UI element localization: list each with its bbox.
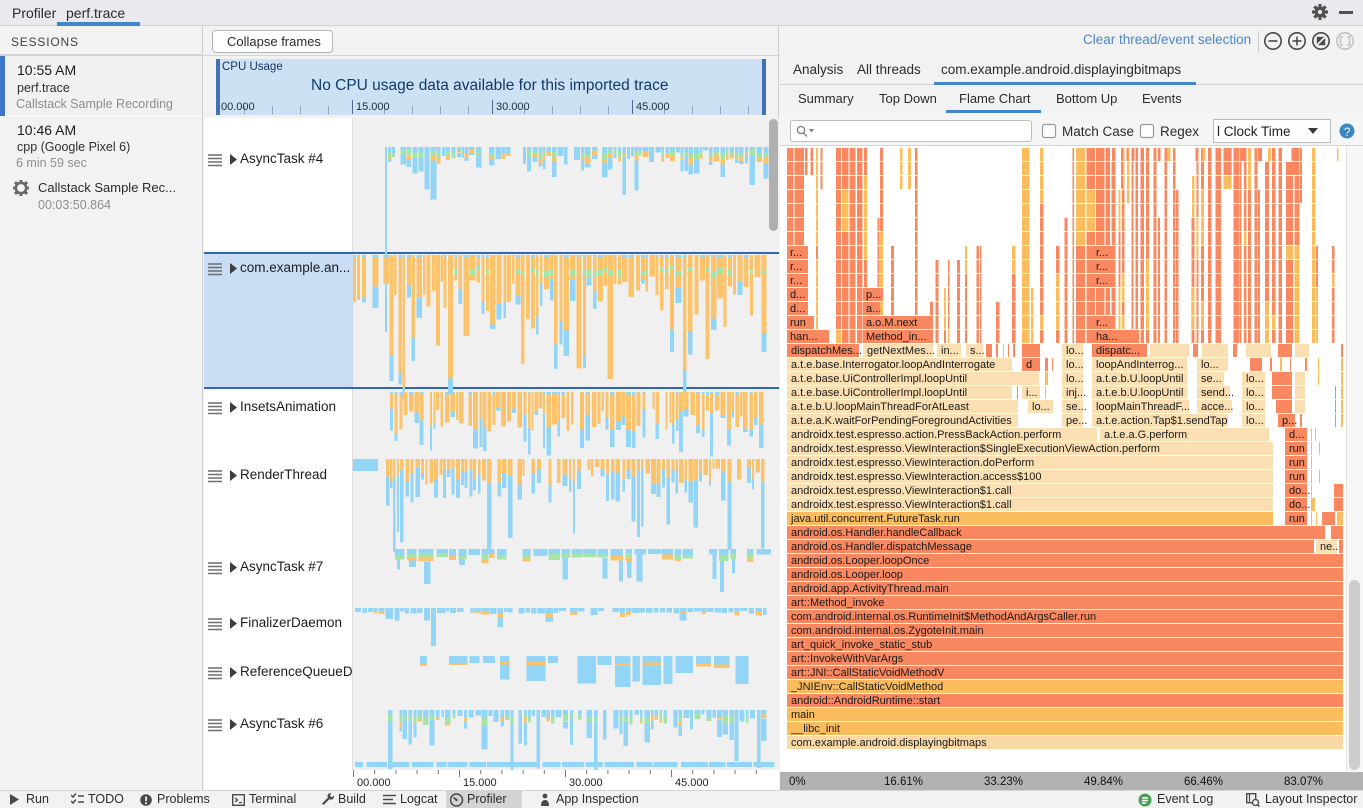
svg-text:r...: r... [1096, 317, 1108, 329]
svg-text:r...: r... [1096, 261, 1108, 273]
svg-text:__libc_init: __libc_init [790, 723, 840, 735]
svg-text:a.t.e.a.G.perform: a.t.e.a.G.perform [1104, 429, 1187, 441]
svg-text:java.util.concurrent.FutureTas: java.util.concurrent.FutureTask.run [790, 513, 960, 525]
svg-text:com.example.android.displaying: com.example.android.displayingbitmaps [791, 737, 987, 749]
svg-text:i...: i... [1026, 387, 1038, 399]
svg-text:lo...: lo... [1032, 401, 1050, 413]
svg-text:a.t.e.action.Tap$1.sendTap: a.t.e.action.Tap$1.sendTap [1096, 415, 1227, 427]
svg-text:android.os.Handler.dispatchMes: android.os.Handler.dispatchMessage [791, 541, 972, 553]
svg-text:lo...: lo... [1246, 415, 1264, 427]
svg-text:acce...: acce... [1201, 401, 1233, 413]
svg-text:com.android.internal.os.Runtim: com.android.internal.os.RuntimeInit$Meth… [791, 611, 1096, 623]
svg-text:dispatc...: dispatc... [1096, 345, 1140, 357]
svg-text:android.os.Looper.loop: android.os.Looper.loop [791, 569, 903, 581]
svg-text:art_quick_invoke_static_stub: art_quick_invoke_static_stub [791, 639, 932, 651]
svg-text:r...: r... [790, 261, 802, 273]
svg-text:android::AndroidRuntime::start: android::AndroidRuntime::start [791, 695, 940, 707]
svg-text:run: run [790, 317, 806, 329]
svg-text:run: run [1289, 457, 1305, 469]
svg-text:p...: p... [866, 289, 881, 301]
svg-text:androidx.test.espresso.ViewInt: androidx.test.espresso.ViewInteraction$1… [791, 499, 1012, 511]
svg-text:main: main [791, 709, 815, 721]
svg-text:lo...: lo... [1246, 401, 1264, 413]
svg-text:android.os.Looper.loopOnce: android.os.Looper.loopOnce [791, 555, 929, 567]
svg-text:send...: send... [1201, 387, 1234, 399]
svg-text:loopAndInterrog...: loopAndInterrog... [1096, 359, 1183, 371]
svg-text:androidx.test.espresso.ViewInt: androidx.test.espresso.ViewInteraction.d… [791, 457, 1034, 469]
svg-text:android.os.Handler.handleCallb: android.os.Handler.handleCallback [791, 527, 962, 539]
svg-text:d: d [1026, 359, 1032, 371]
svg-text:androidx.test.espresso.ViewInt: androidx.test.espresso.ViewInteraction.a… [791, 471, 1042, 483]
svg-text:pe...: pe... [1066, 415, 1087, 427]
svg-text:art::InvokeWithVarArgs: art::InvokeWithVarArgs [791, 653, 904, 665]
svg-text:a.t.e.base.UiControllerImpl.lo: a.t.e.base.UiControllerImpl.loopUntil [791, 373, 967, 385]
svg-text:r...: r... [790, 247, 802, 259]
svg-text:p...: p... [1282, 415, 1297, 427]
svg-text:loopMainThreadF...: loopMainThreadF... [1096, 401, 1190, 413]
svg-text:r...: r... [1096, 275, 1108, 287]
svg-text:dispatchMes...: dispatchMes... [791, 345, 862, 357]
svg-text:r...: r... [1096, 247, 1108, 259]
svg-text:han...: han... [790, 331, 818, 343]
svg-text:d...: d... [790, 289, 805, 301]
svg-text:s...: s... [970, 345, 985, 357]
svg-text:a...: a... [866, 303, 881, 315]
svg-text:lo...: lo... [1066, 345, 1084, 357]
svg-text:_JNIEnv::CallStaticVoidMethod: _JNIEnv::CallStaticVoidMethod [790, 681, 943, 693]
svg-text:a.t.e.b.U.loopUntil: a.t.e.b.U.loopUntil [1096, 373, 1183, 385]
svg-text:ha...: ha... [1096, 331, 1117, 343]
svg-text:do...: do... [1289, 485, 1310, 497]
svg-text:run: run [1289, 513, 1305, 525]
svg-text:inj...: inj... [1066, 387, 1086, 399]
svg-text:se...: se... [1201, 373, 1222, 385]
svg-text:run: run [1289, 443, 1305, 455]
svg-text:lo...: lo... [1246, 373, 1264, 385]
svg-text:lo...: lo... [1066, 359, 1084, 371]
svg-text:androidx.test.espresso.action.: androidx.test.espresso.action.PressBackA… [791, 429, 1061, 441]
svg-text:lo...: lo... [1066, 373, 1084, 385]
svg-text:com.android.internal.os.Zygote: com.android.internal.os.ZygoteInit.main [791, 625, 984, 637]
svg-text:a.t.e.b.U.loopUntil: a.t.e.b.U.loopUntil [1096, 387, 1183, 399]
svg-text:ne...: ne... [1320, 541, 1341, 553]
svg-text:lo...: lo... [1201, 359, 1219, 371]
svg-text:androidx.test.espresso.ViewInt: androidx.test.espresso.ViewInteraction$1… [791, 485, 1012, 497]
svg-text:d...: d... [790, 303, 805, 315]
svg-text:a.t.e.b.U.loopMainThreadForAtL: a.t.e.b.U.loopMainThreadForAtLeast [791, 401, 969, 413]
svg-text:r...: r... [790, 275, 802, 287]
svg-text:se...: se... [1066, 401, 1087, 413]
svg-text:a.t.e.a.K.waitForPendingForegr: a.t.e.a.K.waitForPendingForegroundActivi… [791, 415, 1012, 427]
svg-text:a.t.e.base.UiControllerImpl.lo: a.t.e.base.UiControllerImpl.loopUntil [791, 387, 967, 399]
svg-text:run: run [1289, 471, 1305, 483]
svg-text:android.app.ActivityThread.mai: android.app.ActivityThread.main [791, 583, 949, 595]
svg-text:art::Method_invoke: art::Method_invoke [791, 597, 885, 609]
svg-text:d...: d... [1289, 429, 1304, 441]
svg-text:in...: in... [941, 345, 959, 357]
svg-text:lo...: lo... [1246, 387, 1264, 399]
svg-text:Method_in...: Method_in... [866, 331, 927, 343]
svg-text:do...: do... [1289, 499, 1310, 511]
svg-text:androidx.test.espresso.ViewInt: androidx.test.espresso.ViewInteraction$S… [791, 443, 1160, 455]
svg-text:a.t.e.base.Interrogator.loopAn: a.t.e.base.Interrogator.loopAndInterroga… [791, 359, 995, 371]
svg-text:getNextMes...: getNextMes... [867, 345, 935, 357]
svg-text:art::JNI::CallStaticVoidMethod: art::JNI::CallStaticVoidMethodV [791, 667, 945, 679]
svg-text:a.o.M.next: a.o.M.next [866, 317, 917, 329]
